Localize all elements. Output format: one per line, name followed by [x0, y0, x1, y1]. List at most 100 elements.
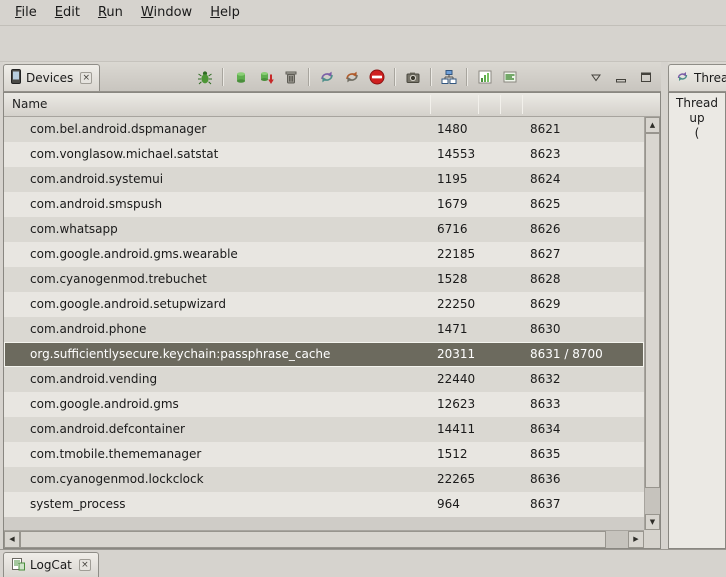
capture-systrace-icon[interactable]	[499, 66, 521, 88]
menu-run[interactable]: Run	[89, 2, 132, 23]
scroll-right-icon[interactable]: ▶	[628, 531, 644, 548]
threads-message-line2: (	[669, 126, 725, 141]
table-row[interactable]: org.sufficientlysecure.keychain:passphra…	[4, 342, 644, 367]
process-pid: 22265	[437, 467, 475, 492]
process-pid: 14553	[437, 142, 475, 167]
process-pid: 1512	[437, 442, 468, 467]
process-port: 8623	[530, 142, 561, 167]
threads-message-line1: Thread up	[669, 96, 725, 126]
table-row[interactable]: com.cyanogenmod.trebuchet15288628	[4, 267, 644, 292]
dump-threads-icon[interactable]	[341, 66, 363, 88]
process-port: 8636	[530, 467, 561, 492]
dump-view-hierarchy-icon[interactable]	[438, 66, 460, 88]
process-pid: 20311	[437, 342, 475, 367]
minimize-icon[interactable]	[610, 66, 632, 88]
process-name: com.tmobile.thememanager	[30, 442, 201, 467]
process-name: com.google.android.setupwizard	[30, 292, 226, 317]
toolbar-separator	[466, 68, 468, 86]
maximize-icon[interactable]	[635, 66, 657, 88]
column-resize-handle[interactable]	[430, 95, 431, 114]
process-port: 8629	[530, 292, 561, 317]
table-row[interactable]: com.android.defcontainer144118634	[4, 417, 644, 442]
process-port: 8626	[530, 217, 561, 242]
process-pid: 12623	[437, 392, 475, 417]
devices-toolbar	[194, 66, 657, 88]
tab-threads-label: Threa	[694, 71, 726, 85]
start-method-profiling-icon[interactable]	[474, 66, 496, 88]
table-row[interactable]: com.google.android.setupwizard 22250 8629	[4, 292, 644, 317]
devices-table: Name com.bel.android.dspmanager14808621c…	[3, 92, 661, 549]
menu-file[interactable]: File	[6, 2, 46, 23]
toolbar-separator	[222, 68, 224, 86]
table-header: Name	[4, 93, 660, 117]
process-name: com.android.phone	[30, 317, 146, 342]
menu-window[interactable]: Window	[132, 2, 201, 23]
column-resize-handle[interactable]	[478, 95, 479, 114]
vertical-scrollbar[interactable]: ▲ ▼	[644, 117, 660, 530]
process-name: com.google.android.gms.wearable	[30, 242, 238, 267]
close-icon[interactable]: ×	[79, 559, 91, 571]
screen-capture-icon[interactable]	[402, 66, 424, 88]
scroll-left-icon[interactable]: ◀	[4, 531, 20, 548]
table-row[interactable]: com.google.android.gms.wearable221858627	[4, 242, 644, 267]
process-pid: 14411	[437, 417, 475, 442]
process-name: com.whatsapp	[30, 217, 118, 242]
tab-threads[interactable]: Threa	[668, 64, 726, 91]
toolbar-separator	[394, 68, 396, 86]
table-row[interactable]: com.android.smspush16798625	[4, 192, 644, 217]
scroll-down-icon[interactable]: ▼	[645, 514, 660, 530]
debug-process-icon[interactable]	[194, 66, 216, 88]
table-row[interactable]: com.android.vending224408632	[4, 367, 644, 392]
tab-devices[interactable]: Devices ×	[3, 64, 100, 91]
menu-edit[interactable]: Edit	[46, 2, 89, 23]
scrollbar-corner	[644, 530, 660, 548]
close-icon[interactable]: ×	[80, 72, 92, 84]
process-pid: 1480	[437, 117, 468, 142]
process-name: system_process	[30, 492, 126, 517]
process-port: 8633	[530, 392, 561, 417]
process-pid: 1679	[437, 192, 468, 217]
tab-logcat[interactable]: LogCat ×	[3, 552, 99, 577]
table-row[interactable]: com.vonglasow.michael.satstat 14553 8623	[4, 142, 644, 167]
stop-process-icon[interactable]	[366, 66, 388, 88]
table-row[interactable]: com.bel.android.dspmanager 1480 8621	[4, 117, 644, 142]
process-name: com.android.defcontainer	[30, 417, 185, 442]
process-port: 8630	[530, 317, 561, 342]
process-name: com.vonglasow.michael.satstat	[30, 142, 218, 167]
column-resize-handle[interactable]	[500, 95, 501, 114]
horizontal-scroll-thumb[interactable]	[20, 531, 606, 548]
vertical-scroll-thumb[interactable]	[645, 133, 660, 488]
scroll-up-icon[interactable]: ▲	[645, 117, 660, 133]
table-row[interactable]: com.android.systemui11958624	[4, 167, 644, 192]
threads-icon	[676, 70, 689, 86]
devices-view: Devices ×	[3, 62, 661, 549]
dump-hprof-icon[interactable]	[255, 66, 277, 88]
view-menu-icon[interactable]	[585, 66, 607, 88]
process-port: 8635	[530, 442, 561, 467]
process-name: com.bel.android.dspmanager	[30, 117, 206, 142]
cause-gc-icon[interactable]	[280, 66, 302, 88]
column-header-name[interactable]: Name	[12, 93, 47, 116]
threads-view: Threa Thread up (	[668, 62, 726, 549]
table-row[interactable]: com.whatsapp67168626	[4, 217, 644, 242]
table-row[interactable]: com.cyanogenmod.lockclock222658636	[4, 467, 644, 492]
update-heap-icon[interactable]	[230, 66, 252, 88]
logcat-icon	[11, 557, 25, 574]
column-resize-handle[interactable]	[522, 95, 523, 114]
table-row[interactable]: com.google.android.gms126238633	[4, 392, 644, 417]
process-name: com.android.smspush	[30, 192, 162, 217]
process-name: com.android.systemui	[30, 167, 163, 192]
bottom-tab-bar: LogCat ×	[0, 549, 726, 577]
process-pid: 22250	[437, 292, 475, 317]
device-table-rows: com.bel.android.dspmanager14808621com.vo…	[4, 117, 644, 530]
process-port: 8637	[530, 492, 561, 517]
table-row[interactable]: system_process9648637	[4, 492, 644, 517]
menu-help[interactable]: Help	[201, 2, 249, 23]
table-row[interactable]: com.android.phone14718630	[4, 317, 644, 342]
toolbar-separator	[308, 68, 310, 86]
process-port: 8621	[530, 117, 561, 142]
update-threads-icon[interactable]	[316, 66, 338, 88]
horizontal-scrollbar[interactable]: ◀ ▶	[4, 530, 644, 548]
panel-splitter[interactable]	[661, 62, 668, 549]
table-row[interactable]: com.tmobile.thememanager 1512 8635	[4, 442, 644, 467]
